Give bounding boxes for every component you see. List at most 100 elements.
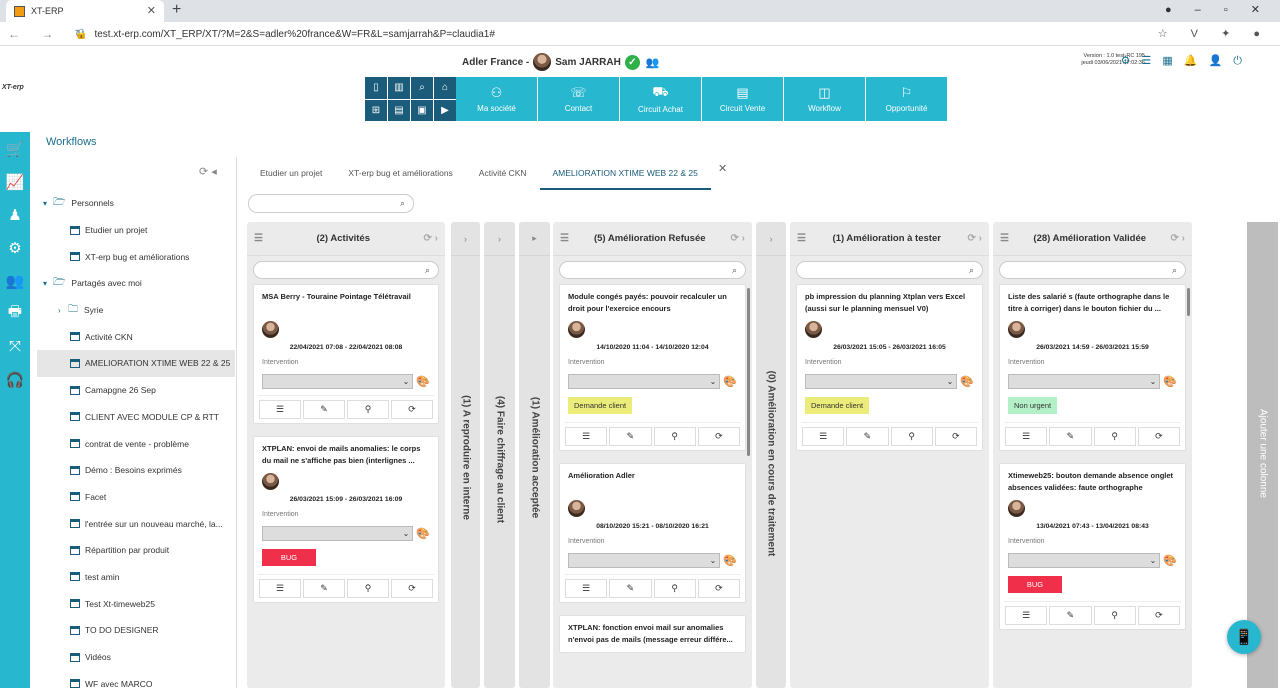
attach-icon[interactable]: ⚲ [890,427,933,446]
tree-item[interactable]: AMELIORATION XTIME WEB 22 & 25 [37,350,235,377]
main-button[interactable]: ⚐ Opportunité [866,77,947,121]
tree-item[interactable]: Activité CKN [37,323,235,350]
chess-icon[interactable]: ♟ [0,198,30,231]
list-icon[interactable]: ☰ [259,579,301,598]
tree-item[interactable]: Répartition par produit [37,537,235,564]
refresh-icon[interactable]: ⟳ [934,427,977,446]
tree-item[interactable]: TO DO DESIGNER [37,617,235,644]
collapsed-column[interactable]: › (4) Faire chiffrage au client [484,222,515,688]
home-icon[interactable]: ⌂ [434,77,456,99]
edit-icon[interactable]: ✎ [609,427,652,446]
tree-item[interactable]: ▾ 🗁 Personnels [37,190,235,217]
scrollbar[interactable] [747,288,750,456]
palette-icon[interactable]: 🎨 [1163,375,1177,388]
tree-item[interactable]: Facet [37,484,235,511]
tree-item[interactable]: l'entrée sur un nouveau marché, la... [37,510,235,537]
column-search-input[interactable]: ⌕ [796,261,983,279]
calendar-icon[interactable]: ▣ [411,99,433,121]
attach-icon[interactable]: ⚲ [1093,606,1136,625]
list-icon[interactable]: ☰ [1005,606,1048,625]
chevron-down-icon[interactable]: ▾ [43,199,53,208]
expand-icon[interactable]: ▸ [519,222,550,256]
palette-icon[interactable]: 🎨 [416,527,430,540]
menu-icon[interactable]: ☰ [254,233,263,244]
refresh-icon[interactable]: ⟳ [391,579,433,598]
workflow-tab[interactable]: Activité CKN [466,158,540,190]
video-icon[interactable]: ▶ [434,99,456,121]
tree-item[interactable]: Vidéos [37,644,235,671]
attach-icon[interactable]: ⚲ [1093,427,1136,446]
list-icon[interactable]: ☰ [802,427,845,446]
task-card[interactable]: pb impression du planning Xtplan vers Ex… [796,284,983,451]
column-tools[interactable]: ⟳ › [424,233,439,244]
menu-icon[interactable]: ☰ [1000,233,1009,244]
attach-icon[interactable]: ⚲ [653,579,696,598]
menu-icon[interactable]: ☰ [560,233,569,244]
palette-icon[interactable]: 🎨 [723,375,737,388]
attach-icon[interactable]: ⚲ [347,579,389,598]
org-icon[interactable]: ⊞ [365,99,387,121]
chevron-right-icon[interactable]: › [58,306,68,315]
top-right-icons[interactable]: ⚙ ☰ ▦ 🔔 👤 ⏻ [1121,54,1247,68]
menu-icon[interactable]: ☰ [797,233,806,244]
tree-item[interactable]: CLIENT AVEC MODULE CP & RTT [37,404,235,431]
workflow-tab[interactable]: XT-erp bug et améliorations [335,158,465,190]
list-icon[interactable]: ☰ [565,427,608,446]
status-select[interactable]: ⌄ [568,374,721,389]
add-column-button[interactable]: Ajouter une colonne [1247,222,1278,688]
mobile-fab-button[interactable]: 📱 [1227,620,1261,654]
main-button[interactable]: ⚇ Ma société [456,77,537,121]
archive-icon[interactable]: ▤ [388,99,410,121]
refresh-icon[interactable]: ⟳ [697,579,740,598]
refresh-icon[interactable]: ⟳ [1137,606,1180,625]
palette-icon[interactable]: 🎨 [960,375,974,388]
status-select[interactable]: ⌄ [568,553,721,568]
palette-icon[interactable]: 🎨 [1163,554,1177,567]
tree-item[interactable]: Etudier un projet [37,217,235,244]
collapsed-column[interactable]: › (1) A reproduire en interne [451,222,480,688]
column-search-input[interactable]: ⌕ [559,261,746,279]
refresh-icon[interactable]: ⟳ [1137,427,1180,446]
status-select[interactable]: ⌄ [805,374,958,389]
status-select[interactable]: ⌄ [1008,374,1161,389]
column-search-input[interactable]: ⌕ [999,261,1186,279]
app-logo[interactable]: XT-erp [2,84,24,91]
browser-tab[interactable]: XT-ERP ✕ [6,0,164,22]
refresh-icon[interactable]: ⟳ [391,400,433,419]
tree-item[interactable]: › 🗀 Syrie [37,297,235,324]
edit-icon[interactable]: ✎ [1049,427,1092,446]
cart-icon[interactable]: 🛒 [0,132,30,165]
status-select[interactable]: ⌄ [262,374,414,389]
window-controls[interactable]: ● – ▫ ✕ [1165,3,1270,16]
user-avatar[interactable] [533,53,552,71]
task-card[interactable]: XTPLAN: envoi de mails anomalies: le cor… [253,436,439,603]
main-button[interactable]: ☏ Contact [538,77,619,121]
edit-icon[interactable]: ✎ [609,579,652,598]
tree-item[interactable]: contrat de vente - problème [37,430,235,457]
tree-item[interactable]: XT-erp bug et améliorations [37,243,235,270]
list-icon[interactable]: ☰ [565,579,608,598]
expand-icon[interactable]: › [451,222,480,256]
edit-icon[interactable]: ✎ [846,427,889,446]
collapsed-column[interactable]: › (0) Amélioration en cours de traitemen… [756,222,786,688]
attach-icon[interactable]: ⚲ [347,400,389,419]
palette-icon[interactable]: 🎨 [723,554,737,567]
expand-icon[interactable]: › [484,222,515,256]
close-tab-icon[interactable]: ✕ [718,162,727,175]
group-icon[interactable]: 👥 [646,56,660,69]
task-card[interactable]: XTPLAN: fonction envoi mail sur anomalie… [559,615,746,653]
refresh-icon[interactable]: ⟳ [697,427,740,446]
edit-icon[interactable]: ✎ [303,400,345,419]
task-card[interactable]: Module congés payés: pouvoir recalculer … [559,284,746,451]
user-name[interactable]: Sam JARRAH [555,57,621,68]
scrollbar[interactable] [1187,288,1190,316]
edit-icon[interactable]: ✎ [1049,606,1092,625]
file-icon[interactable]: ▯ [365,77,387,99]
new-tab-button[interactable]: + [172,1,181,19]
printer-icon[interactable]: 🖶 [0,297,30,330]
task-card[interactable]: Liste des salarié s (faute orthographe d… [999,284,1186,451]
task-card[interactable]: MSA Berry - Touraine Pointage Télétravai… [253,284,439,424]
chevron-down-icon[interactable]: ▾ [43,279,53,288]
close-tab-icon[interactable]: ✕ [147,4,156,17]
status-select[interactable]: ⌄ [1008,553,1161,568]
